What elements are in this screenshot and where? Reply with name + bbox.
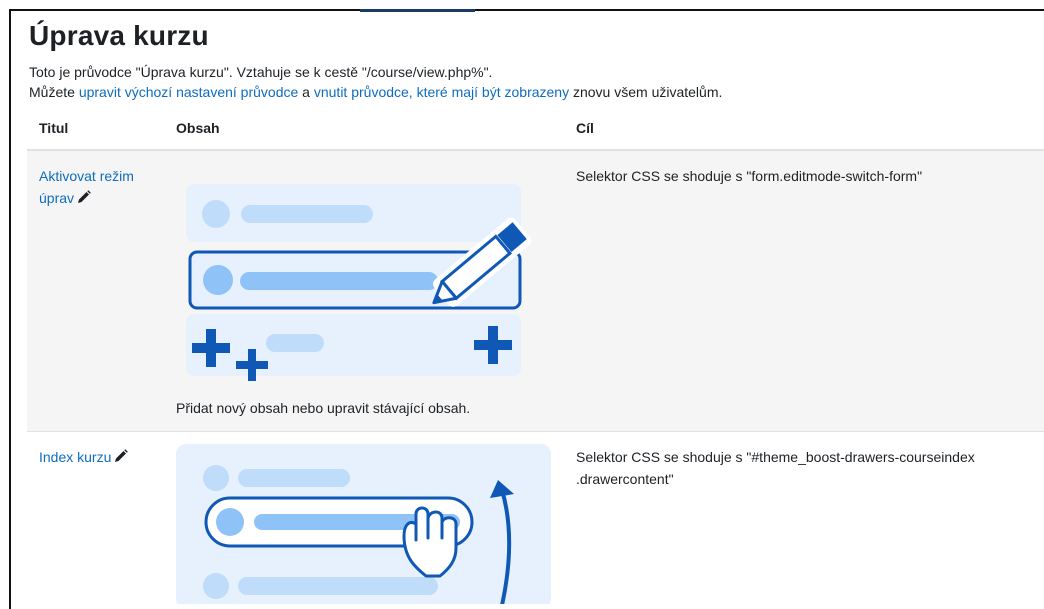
header-title: Titul [39,120,69,136]
page-title: Úprava kurzu [29,20,209,51]
step-content-caption: Přidat nový obsah nebo upravit stávající… [176,400,471,416]
force-tours-link[interactable]: vnutit průvodce, které mají být zobrazen… [314,84,569,100]
intro-text-suffix: znovu všem uživatelům. [569,84,723,100]
step-target-cell: Selektor CSS se shoduje s "form.editmode… [576,168,923,184]
intro-text-mid: a [298,84,314,100]
intro-text-prefix: Můžete [29,84,79,100]
intro-line-2: Můžete upravit výchozí nastavení průvodc… [29,82,722,102]
table-header: Titul Obsah Cíl [27,107,1044,151]
step-title-cell: Aktivovat režim úprav [39,165,154,210]
top-tab-indicator [360,9,475,12]
intro-text: Toto je průvodce "Úprava kurzu". Vztahuj… [29,62,722,102]
pencil-icon[interactable] [114,447,129,469]
table-row: Index kurzu Selektor CSS se shoduje s "#… [27,432,1044,604]
header-target: Cíl [576,120,594,136]
step-title-link[interactable]: Index kurzu [39,449,111,465]
edit-tour-defaults-link[interactable]: upravit výchozí nastavení průvodce [79,84,298,100]
edit-mode-illustration-icon [186,184,532,381]
course-index-illustration-icon [176,444,551,604]
step-title-cell: Index kurzu [39,446,154,469]
table-row: Aktivovat režim úprav Přidat nový obsah … [27,151,1044,432]
step-target-cell: Selektor CSS se shoduje s "#theme_boost-… [576,449,975,487]
intro-line-1: Toto je průvodce "Úprava kurzu". Vztahuj… [29,64,493,80]
pencil-icon[interactable] [77,188,91,210]
header-content: Obsah [176,120,220,136]
